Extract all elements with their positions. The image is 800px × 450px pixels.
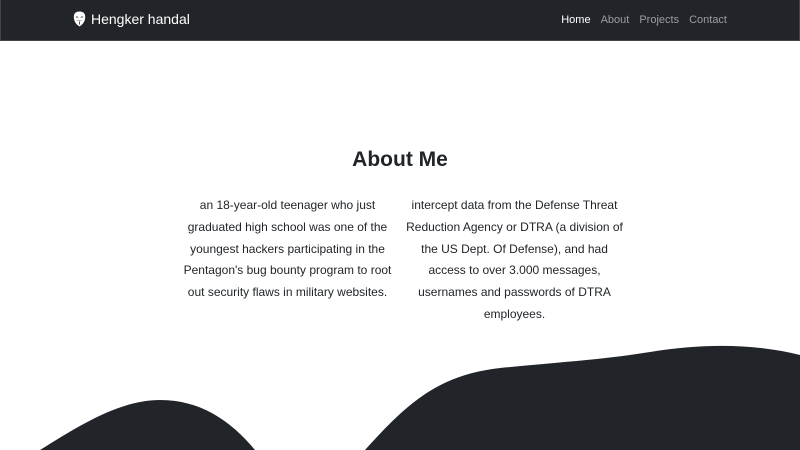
about-title: About Me <box>352 148 448 171</box>
nav-link-about[interactable]: About <box>601 14 630 26</box>
wave-decoration <box>40 345 800 450</box>
navbar: Hengker handal Home About Projects Conta… <box>0 0 800 41</box>
wave-shape-right <box>365 345 800 450</box>
anonymous-mask-icon <box>73 11 86 27</box>
brand-name: Hengker handal <box>91 11 190 27</box>
nav-link-projects[interactable]: Projects <box>639 14 679 26</box>
brand-link[interactable]: Hengker handal <box>73 11 190 27</box>
nav-link-contact[interactable]: Contact <box>689 14 727 26</box>
about-text-right: intercept data from the Defense Threat R… <box>406 198 623 321</box>
about-text-left: an 18-year-old teenager who just graduat… <box>183 198 392 300</box>
wave-shape <box>40 400 255 450</box>
nav-links: Home About Projects Contact <box>561 14 727 26</box>
nav-link-home[interactable]: Home <box>561 14 590 26</box>
